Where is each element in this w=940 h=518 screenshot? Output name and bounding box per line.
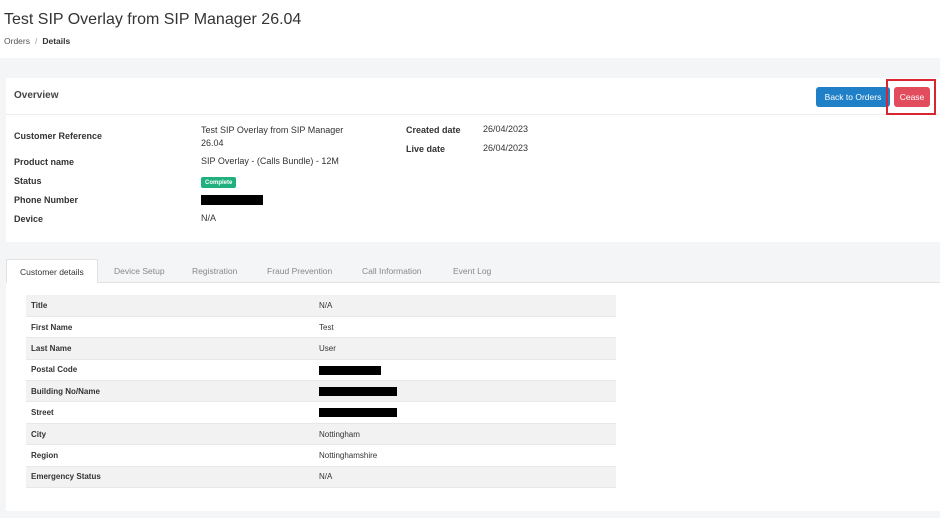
breadcrumb: Orders / Details	[4, 36, 70, 46]
table-row: Building No/Name	[26, 380, 616, 403]
table-row: First Name Test	[26, 316, 616, 339]
live-date-value: 26/04/2023	[483, 143, 529, 153]
emergency-status-value: N/A	[314, 466, 616, 489]
table-row: Postal Code	[26, 359, 616, 382]
last-name-label: Last Name	[26, 337, 314, 360]
live-date-label: Live date	[406, 144, 446, 154]
title-value: N/A	[314, 295, 616, 317]
street-value	[314, 401, 616, 424]
city-value: Nottingham	[314, 423, 616, 446]
phone-number-label: Phone Number	[14, 195, 79, 205]
breadcrumb-separator: /	[34, 36, 38, 46]
building-value	[314, 380, 616, 403]
first-name-label: First Name	[26, 316, 314, 339]
tab-device-setup[interactable]: Device Setup	[114, 259, 165, 283]
street-label: Street	[26, 401, 314, 424]
page-header: Test SIP Overlay from SIP Manager 26.04 …	[0, 0, 940, 58]
customer-details-table: Title N/A First Name Test Last Name User…	[26, 295, 616, 489]
region-label: Region	[26, 444, 314, 467]
overview-header: Overview Back to Orders Cease	[6, 78, 940, 115]
postal-code-label: Postal Code	[26, 359, 314, 382]
breadcrumb-orders-link[interactable]: Orders	[4, 36, 30, 46]
building-redacted	[319, 386, 397, 396]
device-value: N/A	[201, 213, 217, 223]
status-badge: Complete	[201, 177, 237, 188]
table-row: Region Nottinghamshire	[26, 444, 616, 467]
last-name-value: User	[314, 337, 616, 360]
title-label: Title	[26, 295, 314, 317]
product-name-value: SIP Overlay - (Calls Bundle) - 12M	[201, 156, 339, 166]
tab-event-log[interactable]: Event Log	[453, 259, 491, 283]
table-row: Last Name User	[26, 337, 616, 360]
created-date-label: Created date	[406, 125, 461, 135]
customer-details-panel: Title N/A First Name Test Last Name User…	[6, 283, 940, 511]
table-row: Street	[26, 401, 616, 424]
table-row: Title N/A	[26, 295, 616, 317]
emergency-status-label: Emergency Status	[26, 466, 314, 489]
table-row: Emergency Status N/A	[26, 466, 616, 489]
breadcrumb-current: Details	[42, 36, 71, 46]
tab-customer-details[interactable]: Customer details	[6, 259, 98, 283]
city-label: City	[26, 423, 314, 446]
overview-card: Overview Back to Orders Cease Customer R…	[6, 78, 940, 242]
back-to-orders-button[interactable]: Back to Orders	[816, 87, 890, 107]
first-name-value: Test	[314, 316, 616, 339]
customer-reference-value: Test SIP Overlay from SIP Manager 26.04	[201, 124, 343, 150]
tab-call-information[interactable]: Call Information	[362, 259, 422, 283]
product-name-label: Product name	[14, 157, 75, 167]
building-label: Building No/Name	[26, 380, 314, 403]
overview-title: Overview	[14, 90, 59, 101]
postal-code-redacted	[319, 365, 381, 375]
page-title: Test SIP Overlay from SIP Manager 26.04	[4, 11, 302, 28]
status-label: Status	[14, 176, 42, 186]
customer-reference-label: Customer Reference	[14, 131, 103, 141]
customer-reference-line2: 26.04	[201, 138, 224, 148]
detail-tabs: Customer details Device Setup Registrati…	[6, 259, 940, 283]
table-row: City Nottingham	[26, 423, 616, 446]
device-label: Device	[14, 214, 44, 224]
cease-button[interactable]: Cease	[894, 87, 930, 107]
created-date-value: 26/04/2023	[483, 124, 529, 134]
phone-number-redacted	[201, 195, 263, 205]
tab-registration[interactable]: Registration	[192, 259, 237, 283]
street-redacted	[319, 408, 397, 418]
region-value: Nottinghamshire	[314, 444, 616, 467]
tab-fraud-prevention[interactable]: Fraud Prevention	[267, 259, 332, 283]
customer-reference-line1: Test SIP Overlay from SIP Manager	[201, 125, 344, 135]
postal-code-value	[314, 359, 616, 382]
